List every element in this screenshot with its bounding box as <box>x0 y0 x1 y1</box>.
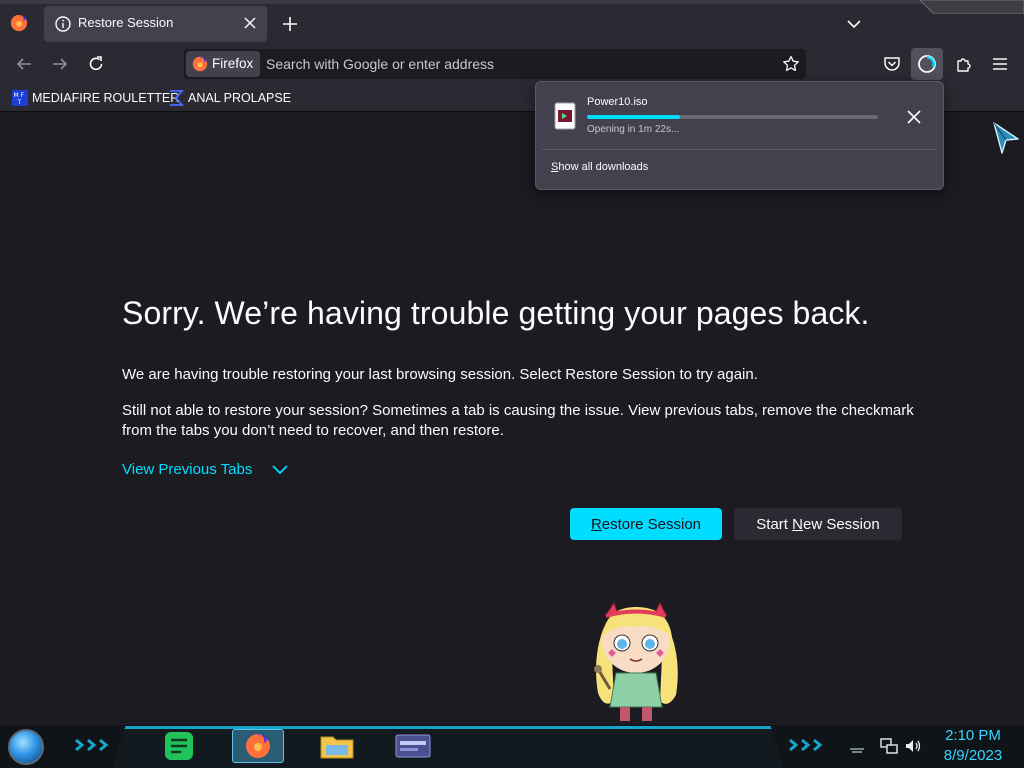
download-progress-icon <box>918 55 936 73</box>
system-clock[interactable]: 2:10 PM 8/9/2023 <box>938 726 1008 766</box>
forward-arrow-icon[interactable] <box>50 54 70 74</box>
file-icon[interactable] <box>554 102 576 130</box>
navigation-toolbar: Firefox <box>0 44 1024 84</box>
button-label: ew Session <box>802 515 880 533</box>
svg-text:T: T <box>17 99 22 106</box>
hamburger-menu-icon[interactable] <box>990 54 1010 74</box>
bookmark-star-icon[interactable] <box>782 55 800 73</box>
taskbar-app-firefox[interactable] <box>232 729 284 763</box>
start-new-session-button[interactable]: Start New Session <box>734 508 902 540</box>
chevron-decoration-icon <box>75 738 109 752</box>
view-previous-tabs-toggle[interactable]: View Previous Tabs <box>122 461 288 478</box>
sigma-favicon-icon <box>170 90 184 106</box>
url-bar[interactable]: Firefox <box>184 49 806 79</box>
identity-label: Firefox <box>212 56 254 71</box>
info-icon <box>55 16 71 32</box>
bookmark-label: ANAL PROLAPSE <box>188 91 292 105</box>
firefox-icon[interactable] <box>10 14 28 32</box>
notes-icon <box>165 732 193 760</box>
volume-icon[interactable] <box>904 737 922 755</box>
view-previous-tabs-label: View Previous Tabs <box>122 461 253 478</box>
network-icon[interactable] <box>880 737 898 755</box>
firefox-icon <box>192 56 208 72</box>
mouse-cursor-icon <box>993 122 1019 154</box>
chevron-down-icon <box>272 464 288 474</box>
tab-title: Restore Session <box>78 15 174 30</box>
button-label: how all downloads <box>558 161 649 173</box>
search-input[interactable] <box>266 49 766 79</box>
reload-icon[interactable] <box>86 54 106 74</box>
app-window-icon <box>395 734 431 758</box>
clock-date: 8/9/2023 <box>943 747 1003 764</box>
download-status: Opening in 1m 22s... <box>587 124 680 135</box>
show-all-downloads-button[interactable]: Show all downloads <box>551 161 648 173</box>
button-label: estore Session <box>601 515 702 533</box>
taskbar-app-file-explorer[interactable] <box>316 729 358 763</box>
restore-session-button[interactable]: Restore Session <box>570 508 722 540</box>
taskbar-panel <box>112 726 784 768</box>
download-progress-fill <box>587 115 681 119</box>
start-button[interactable] <box>8 729 44 765</box>
taskbar-app-window[interactable] <box>392 729 434 763</box>
identity-box[interactable]: Firefox <box>186 51 260 77</box>
description-paragraph: We are having trouble restoring your las… <box>122 366 758 383</box>
downloads-button[interactable] <box>911 48 943 80</box>
chevron-down-icon[interactable] <box>846 16 862 32</box>
cancel-download-icon[interactable] <box>906 109 922 125</box>
access-key: N <box>792 515 803 533</box>
firefox-icon <box>246 734 270 758</box>
chevron-decoration-icon <box>789 738 823 752</box>
back-arrow-icon[interactable] <box>14 54 34 74</box>
page-content: Sorry. We’re having trouble getting your… <box>0 113 1024 725</box>
bookmark-anal-prolapse[interactable]: ANAL PROLAPSE <box>168 89 291 107</box>
access-key: R <box>590 515 602 533</box>
svg-text:M F: M F <box>14 92 25 99</box>
download-filename[interactable]: Power10.iso <box>587 96 648 108</box>
help-paragraph: Still not able to restore your session? … <box>122 402 914 439</box>
downloads-panel: Power10.iso Opening in 1m 22s... Show al… <box>535 81 944 190</box>
extensions-icon[interactable] <box>954 54 974 74</box>
pocket-icon[interactable] <box>882 54 902 74</box>
tab-restore-session[interactable]: Restore Session <box>44 6 267 42</box>
button-label: Start <box>756 515 793 533</box>
taskbar-app-notes[interactable] <box>158 729 200 763</box>
cartoon-character-image <box>594 601 678 721</box>
download-progress-bar <box>587 115 878 119</box>
window-frame-decoration <box>920 0 1024 14</box>
folder-icon <box>320 736 354 759</box>
clock-time: 2:10 PM <box>945 727 1001 744</box>
new-tab-button[interactable] <box>280 14 300 34</box>
divider <box>542 149 937 150</box>
bookmark-mediafire[interactable]: M F T MEDIAFIRE ROULETTER <box>12 89 179 107</box>
taskbar: 2:10 PM 8/9/2023 <box>0 725 1024 768</box>
page-title: Sorry. We’re having trouble getting your… <box>122 295 870 331</box>
tab-strip: Restore Session <box>0 0 1024 44</box>
close-tab-icon[interactable] <box>243 16 257 30</box>
bookmark-label: MEDIAFIRE ROULETTER <box>32 91 180 105</box>
mediafire-favicon-icon: M F T <box>12 90 28 106</box>
show-hidden-icons-icon[interactable] <box>848 737 866 755</box>
